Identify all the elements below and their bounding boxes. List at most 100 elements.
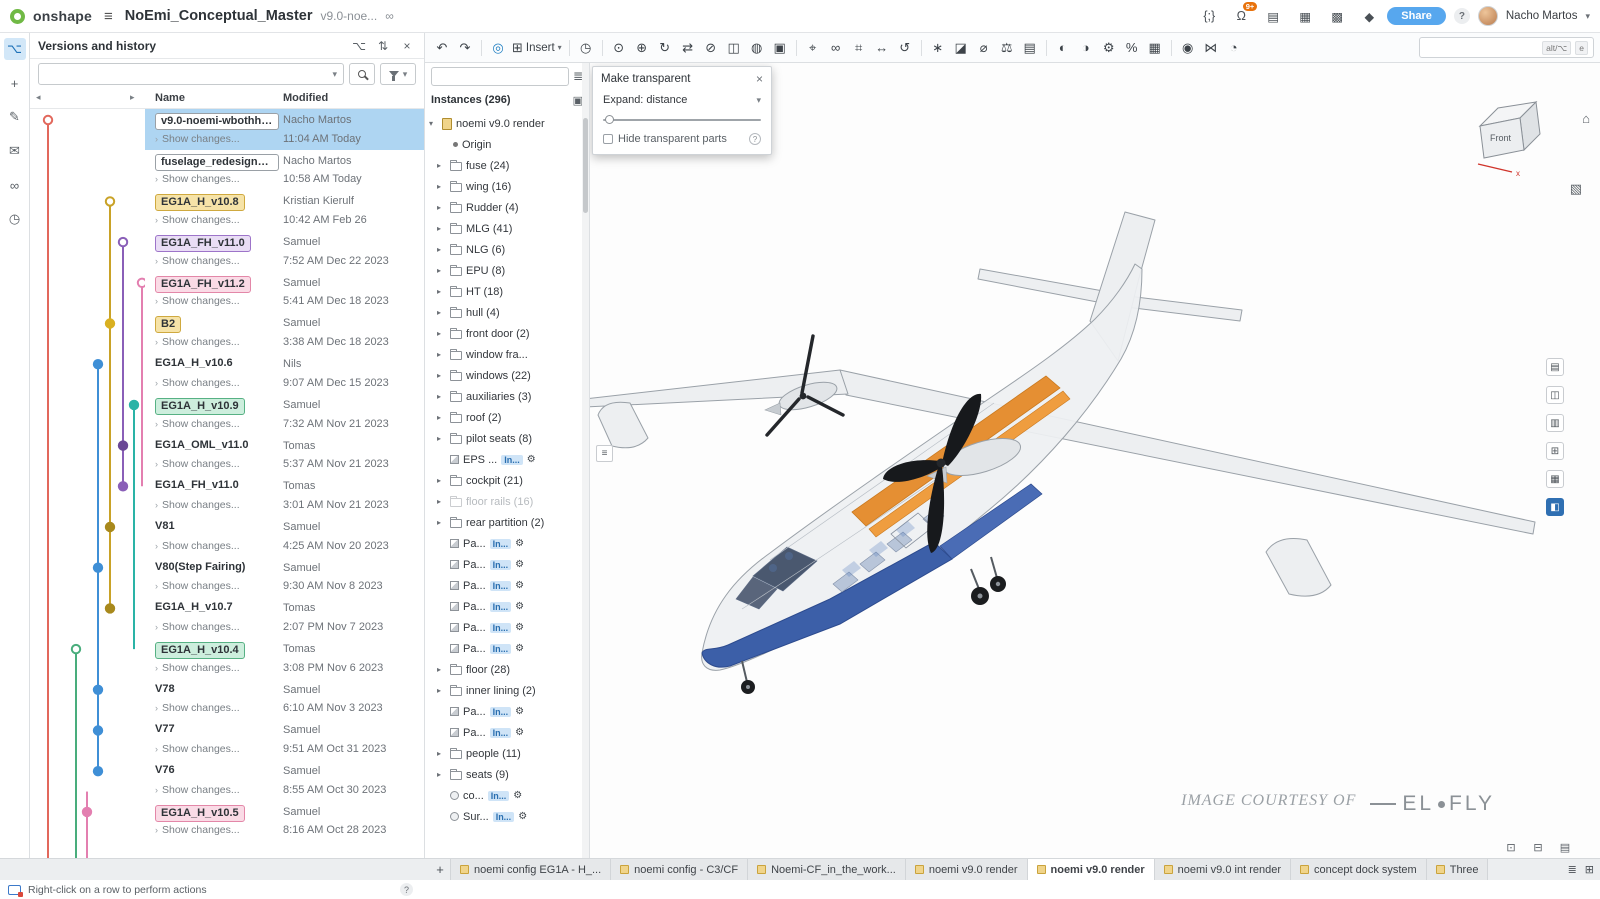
version-graph-node[interactable] [44, 116, 52, 124]
slider-mate-tool[interactable]: ⇄ [677, 37, 699, 59]
follow-mode-icon[interactable] [8, 885, 21, 895]
instance-row[interactable]: ▸ cockpit (21) [425, 470, 582, 491]
version-graph-node[interactable] [106, 604, 114, 612]
history-search-field[interactable]: ▾ [38, 63, 344, 85]
user-menu-caret-icon[interactable]: ▾ [1585, 11, 1590, 22]
notifications-bell-icon[interactable]: Ω9+ [1231, 7, 1251, 25]
expand-chevron-icon[interactable]: ▸ [437, 161, 446, 170]
instance-row[interactable]: Pa... In... ⚙ [425, 701, 582, 722]
version-row[interactable]: EG1A_H_v10.7 Tomas ›Show changes... 2:07… [145, 597, 424, 638]
mate-connector-tool[interactable]: ⌖ [802, 37, 824, 59]
main-menu-icon[interactable]: ≡ [104, 8, 113, 25]
instance-row[interactable]: ▸ hull (4) [425, 302, 582, 323]
expand-chevron-icon[interactable]: ▸ [437, 308, 446, 317]
version-graph-node[interactable] [106, 523, 114, 531]
planar-mate-tool[interactable]: ◫ [723, 37, 745, 59]
instance-row[interactable]: ▾ noemi v9.0 render [425, 113, 582, 134]
show-changes-link[interactable]: ›Show changes... [155, 418, 240, 430]
search-dropdown-caret-icon[interactable]: ▾ [332, 69, 337, 80]
show-changes-link[interactable]: ›Show changes... [155, 580, 240, 592]
show-changes-link[interactable]: ›Show changes... [155, 784, 240, 796]
version-row[interactable]: V80(Step Fairing) Samuel ›Show changes..… [145, 557, 424, 598]
version-row[interactable]: EG1A_OML_v11.0 Tomas ›Show changes... 5:… [145, 435, 424, 476]
version-row[interactable]: EG1A_FH_v11.2 Samuel ›Show changes... 5:… [145, 272, 424, 313]
show-changes-link[interactable]: ›Show changes... [155, 621, 240, 633]
expand-chevron-icon[interactable]: ▸ [437, 413, 446, 422]
show-changes-link[interactable]: ›Show changes... [155, 499, 240, 511]
show-changes-link[interactable]: ›Show changes... [155, 295, 240, 307]
version-row[interactable]: fuselage_redesign_v1... Nacho Martos ›Sh… [145, 150, 424, 191]
snap-mode-tool[interactable]: ⌗ [848, 37, 870, 59]
mate-tool[interactable]: ⊙ [608, 37, 630, 59]
show-changes-link[interactable]: ›Show changes... [155, 336, 240, 348]
instances-filter-input[interactable] [437, 70, 563, 82]
integrations-icon[interactable]: ▩ [1327, 7, 1347, 25]
history-search-input[interactable] [45, 68, 328, 80]
version-row[interactable]: EG1A_H_v10.5 Samuel ›Show changes... 8:1… [145, 801, 424, 842]
show-changes-link[interactable]: ›Show changes... [155, 743, 240, 755]
instance-row[interactable]: Pa... In... ⚙ [425, 722, 582, 743]
section-view-tool[interactable]: ◪ [950, 37, 972, 59]
instance-row[interactable]: EPS ... In... ⚙ [425, 449, 582, 470]
version-graph-node[interactable] [106, 197, 114, 205]
version-link-icon[interactable]: ∞ [385, 9, 394, 23]
instance-row[interactable]: ▸ inner lining (2) [425, 680, 582, 701]
instance-row[interactable]: Origin [425, 134, 582, 155]
expand-chevron-icon[interactable]: ▾ [429, 119, 438, 128]
expand-chevron-icon[interactable]: ▸ [437, 434, 446, 443]
dialog-help-icon[interactable]: ? [749, 133, 761, 145]
share-button[interactable]: Share [1387, 7, 1446, 25]
ball-mate-tool[interactable]: ◍ [746, 37, 768, 59]
redo-tool[interactable]: ↷ [454, 37, 476, 59]
panel-bom-icon[interactable]: ▦ [1546, 470, 1564, 488]
version-graph-node[interactable] [130, 401, 138, 409]
user-avatar[interactable] [1478, 6, 1498, 26]
instances-filter-field[interactable] [431, 67, 569, 86]
tool-search-input[interactable] [1425, 42, 1538, 54]
version-graph-node[interactable] [94, 726, 102, 734]
instance-row[interactable]: ▸ pilot seats (8) [425, 428, 582, 449]
expand-chevron-icon[interactable]: ▸ [437, 686, 446, 695]
instance-row[interactable]: Pa... In... ⚙ [425, 638, 582, 659]
versions-history-panel-icon[interactable]: ⌥ [4, 38, 26, 60]
display-states-tool[interactable]: ◑ [1075, 37, 1097, 59]
expand-chevron-icon[interactable]: ▸ [437, 665, 446, 674]
expand-chevron-icon[interactable]: ▸ [437, 770, 446, 779]
panel-custom-icon[interactable]: ◧ [1546, 498, 1564, 516]
version-graph-node[interactable] [94, 360, 102, 368]
version-row[interactable]: B2 Samuel ›Show changes... 3:38 AM Dec 1… [145, 312, 424, 353]
close-panel-icon[interactable]: × [398, 37, 416, 55]
show-changes-link[interactable]: ›Show changes... [155, 173, 240, 185]
filter-button[interactable]: ▾ [380, 63, 416, 85]
instance-row[interactable]: ▸ Rudder (4) [425, 197, 582, 218]
viewport-mini-menu-icon[interactable]: ≡ [596, 445, 613, 462]
help-button[interactable]: ? [1454, 8, 1470, 24]
search-button[interactable] [349, 63, 375, 85]
panel-views-icon[interactable]: ⊞ [1546, 442, 1564, 460]
show-changes-link[interactable]: ›Show changes... [155, 377, 240, 389]
bill-of-materials-tool[interactable]: ▤ [1019, 37, 1041, 59]
label-tag-icon[interactable]: ◆ [1359, 7, 1379, 25]
version-graph-node[interactable] [138, 279, 145, 287]
expand-chevron-icon[interactable]: ▸ [437, 518, 446, 527]
show-changes-link[interactable]: ›Show changes... [155, 133, 240, 145]
viewport-3d[interactable]: Make transparent × Expand: distance ▾ [590, 63, 1600, 858]
document-tab[interactable]: noemi config EG1A - H_... [450, 859, 611, 880]
distance-slider[interactable] [603, 114, 761, 126]
expand-chevron-icon[interactable]: ▸ [437, 203, 446, 212]
show-changes-link[interactable]: ›Show changes... [155, 540, 240, 552]
document-tab[interactable]: noemi v9.0 render [906, 859, 1028, 880]
version-graph-node[interactable] [106, 319, 114, 327]
expand-chevron-icon[interactable]: ▸ [437, 266, 446, 275]
version-row[interactable]: EG1A_H_v10.6 Nils ›Show changes... 9:07 … [145, 353, 424, 394]
version-graph-node[interactable] [94, 686, 102, 694]
status-help-icon[interactable]: ? [400, 883, 413, 896]
instance-row[interactable]: ▸ EPU (8) [425, 260, 582, 281]
measure-tool[interactable]: ⌀ [973, 37, 995, 59]
tool-search-field[interactable]: alt/⌥ e [1419, 37, 1594, 58]
instance-row[interactable]: ▸ seats (9) [425, 764, 582, 785]
instance-row[interactable]: ▸ roof (2) [425, 407, 582, 428]
instance-row[interactable]: ▸ front door (2) [425, 323, 582, 344]
instance-row[interactable]: Pa... In... ⚙ [425, 596, 582, 617]
version-graph-node[interactable] [94, 564, 102, 572]
